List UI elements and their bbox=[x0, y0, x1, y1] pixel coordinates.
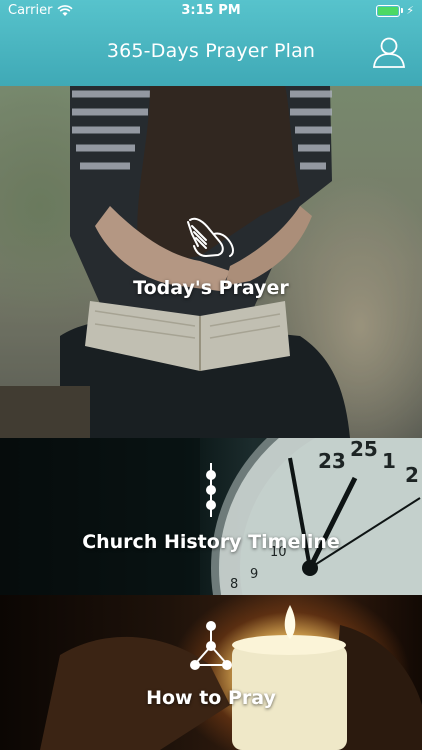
svg-text:1: 1 bbox=[382, 449, 396, 473]
page-title: 365-Days Prayer Plan bbox=[106, 40, 316, 62]
svg-text:23: 23 bbox=[318, 449, 346, 473]
svg-text:8: 8 bbox=[230, 577, 238, 592]
svg-text:25: 25 bbox=[350, 438, 378, 461]
how-to-pray-label: How to Pray bbox=[146, 687, 276, 709]
branch-network-icon bbox=[190, 621, 232, 670]
app-header: Carrier 3:15 PM ⚡ 365-Days Prayer Plan bbox=[0, 0, 422, 86]
battery-icon bbox=[376, 4, 401, 17]
svg-text:9: 9 bbox=[250, 567, 258, 582]
charging-icon: ⚡ bbox=[406, 4, 414, 17]
todays-prayer-card[interactable]: Today's Prayer bbox=[0, 86, 422, 438]
how-to-pray-card[interactable]: How to Pray bbox=[0, 595, 422, 750]
todays-prayer-label: Today's Prayer bbox=[133, 277, 289, 299]
praying-hands-icon bbox=[187, 217, 234, 257]
svg-text:2: 2 bbox=[405, 463, 419, 487]
status-time: 3:15 PM bbox=[181, 3, 241, 18]
user-icon[interactable] bbox=[372, 35, 406, 69]
battery-indicator: ⚡ bbox=[376, 4, 414, 17]
candle-photo bbox=[40, 605, 422, 750]
church-history-timeline-label: Church History Timeline bbox=[82, 531, 340, 553]
status-bar: Carrier 3:15 PM ⚡ bbox=[0, 0, 422, 22]
timeline-icon bbox=[206, 463, 216, 517]
church-history-timeline-card[interactable]: 23 25 12 9 10 8 Church History Timeline bbox=[0, 438, 422, 595]
